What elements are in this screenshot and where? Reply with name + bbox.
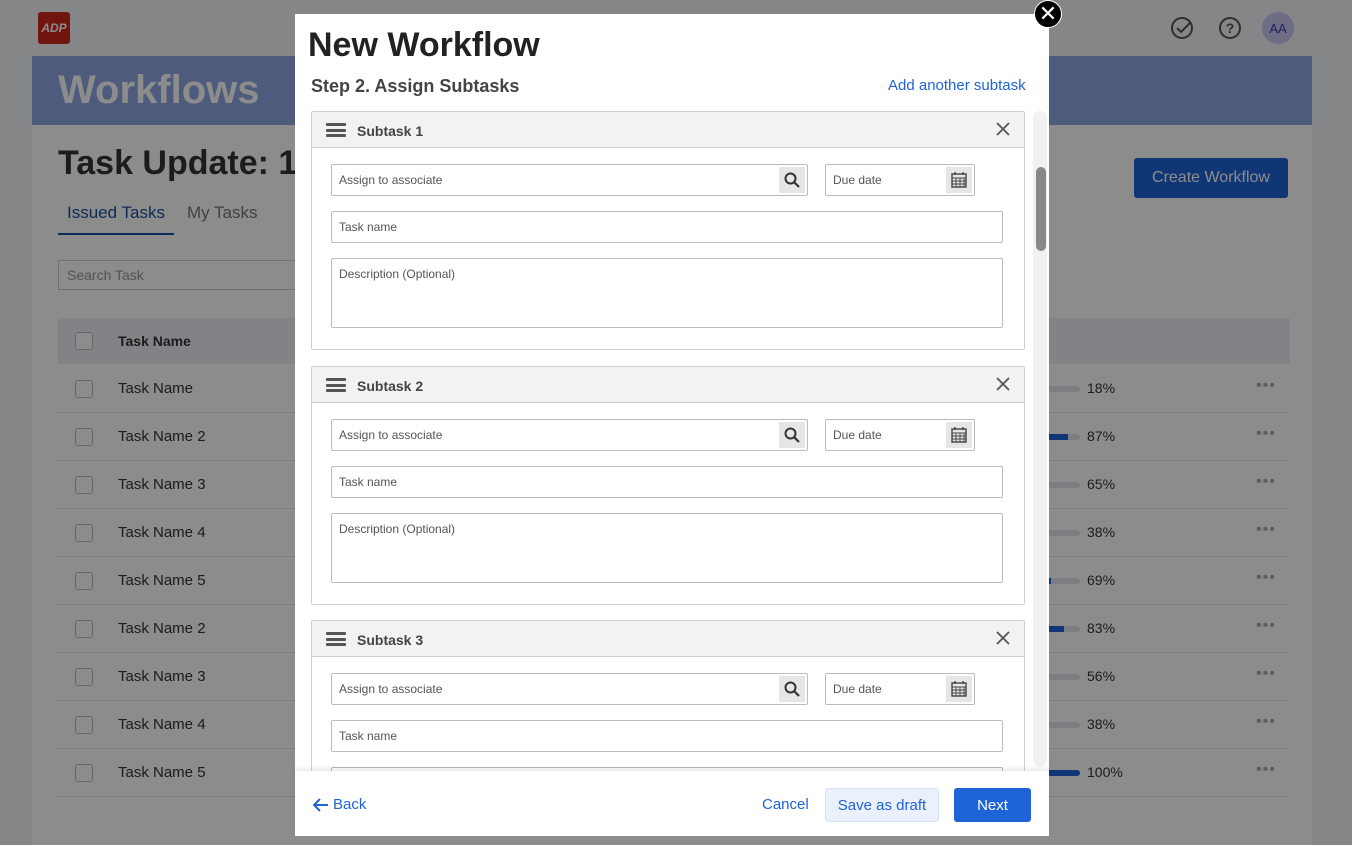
assign-placeholder: Assign to associate [339,682,443,696]
due-date-input[interactable]: Due date [825,419,975,451]
search-icon[interactable] [779,676,805,702]
subtask-title: Subtask 3 [357,632,424,648]
arrow-left-icon [313,797,328,812]
task-name-input[interactable]: Task name [331,466,1003,498]
assign-placeholder: Assign to associate [339,173,443,187]
add-subtask-link[interactable]: Add another subtask [888,77,1026,94]
due-date-placeholder: Due date [833,173,882,187]
subtask-card: Subtask 3 Assign to associate Due date Task… [311,620,1025,771]
search-icon[interactable] [779,422,805,448]
modal-footer: Back Cancel Save as draft Next [295,771,1049,836]
drag-handle-icon[interactable] [326,123,346,137]
subtask-header: Subtask 1 [312,112,1024,148]
save-draft-button[interactable]: Save as draft [825,788,939,822]
back-button[interactable]: Back [313,796,366,813]
due-date-placeholder: Due date [833,682,882,696]
remove-subtask-icon[interactable] [993,628,1013,648]
assign-placeholder: Assign to associate [339,428,443,442]
subtask-header: Subtask 3 [312,621,1024,657]
scrollbar[interactable] [1033,111,1047,767]
cancel-button[interactable]: Cancel [762,796,809,813]
subtask-title: Subtask 1 [357,123,424,139]
calendar-icon[interactable] [946,676,972,702]
subtask-list: Subtask 1 Assign to associate Due date Task… [311,111,1025,771]
drag-handle-icon[interactable] [326,632,346,646]
task-name-placeholder: Task name [339,475,398,489]
assign-associate-input[interactable]: Assign to associate [331,164,808,196]
description-textarea[interactable]: Description (Optional) [331,513,1003,583]
close-icon [996,122,1010,136]
due-date-input[interactable]: Due date [825,673,975,705]
description-placeholder: Description (Optional) [339,267,456,281]
assign-associate-input[interactable]: Assign to associate [331,419,808,451]
assign-associate-input[interactable]: Assign to associate [331,673,808,705]
remove-subtask-icon[interactable] [993,119,1013,139]
close-icon [996,377,1010,391]
calendar-icon[interactable] [946,422,972,448]
next-button[interactable]: Next [954,788,1031,822]
task-name-input[interactable]: Task name [331,211,1003,243]
scrollbar-thumb[interactable] [1036,167,1046,251]
modal-close-icon[interactable]: ✕ [1034,0,1062,28]
task-name-placeholder: Task name [339,729,398,743]
modal-title: New Workflow [308,26,540,64]
back-label: Back [333,796,367,813]
due-date-placeholder: Due date [833,428,882,442]
drag-handle-icon[interactable] [326,378,346,392]
description-textarea[interactable]: Description (Optional) [331,258,1003,328]
due-date-input[interactable]: Due date [825,164,975,196]
subtask-title: Subtask 2 [357,378,424,394]
search-icon[interactable] [779,167,805,193]
subtask-card: Subtask 1 Assign to associate Due date Task… [311,111,1025,350]
close-icon [996,631,1010,645]
description-placeholder: Description (Optional) [339,522,456,536]
task-name-input[interactable]: Task name [331,720,1003,752]
remove-subtask-icon[interactable] [993,374,1013,394]
subtask-card: Subtask 2 Assign to associate Due date Task… [311,366,1025,605]
task-name-placeholder: Task name [339,220,398,234]
new-workflow-modal: New Workflow Step 2. Assign Subtasks Add… [295,14,1049,836]
step-title: Step 2. Assign Subtasks [311,76,520,96]
subtask-header: Subtask 2 [312,367,1024,403]
calendar-icon[interactable] [946,167,972,193]
